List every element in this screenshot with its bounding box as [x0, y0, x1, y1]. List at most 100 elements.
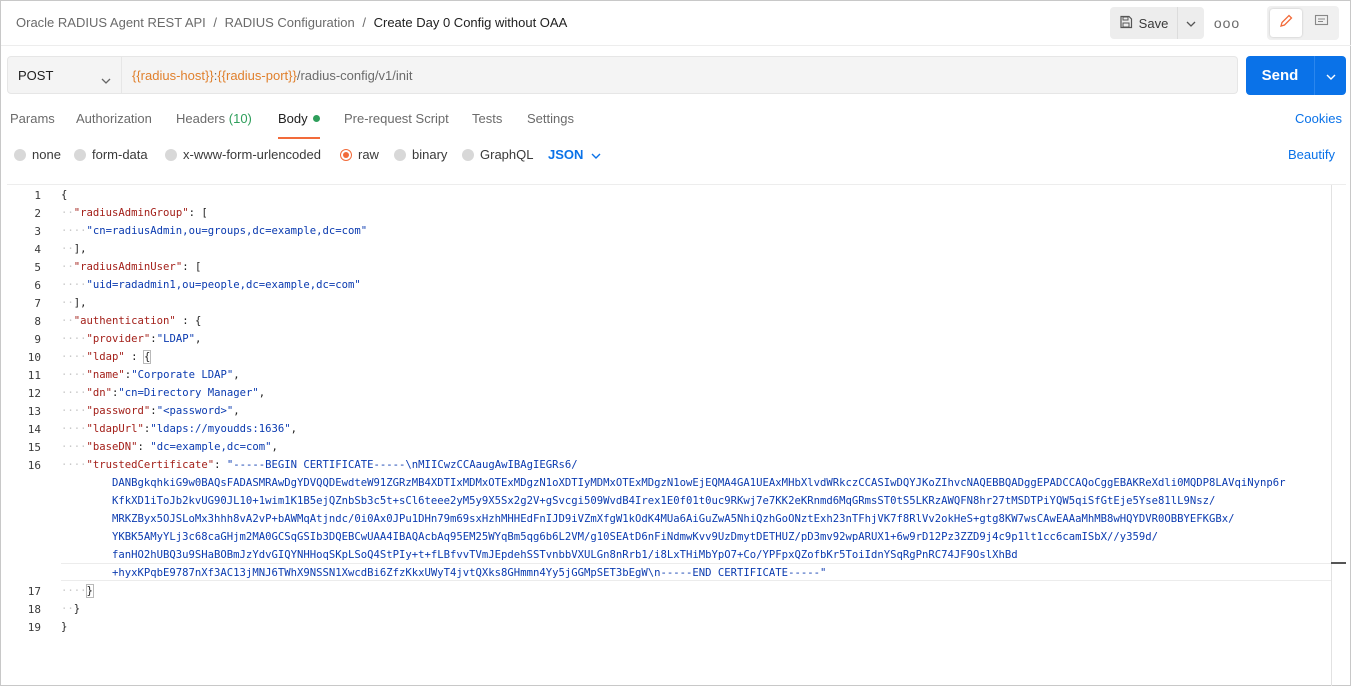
- code-editor[interactable]: 1 2 3 4 5 6 7 8 9 10 11 12 13 14 15 16 1…: [7, 184, 1346, 686]
- tab-body[interactable]: Body: [278, 111, 320, 139]
- body-type-binary-label: binary: [412, 147, 448, 162]
- pencil-icon: [1279, 14, 1293, 33]
- body-type-graphql-label: GraphQL: [480, 147, 534, 162]
- send-options-button[interactable]: [1314, 56, 1346, 95]
- edit-mode-button[interactable]: [1270, 9, 1302, 37]
- json-key: "name": [86, 369, 125, 381]
- json-string: DANBgkqhkiG9w0BAQsFADASMRAwDgYDVQQDEwdte…: [112, 477, 1286, 489]
- tab-pre-request-script[interactable]: Pre-request Script: [344, 111, 449, 139]
- breadcrumb-separator: /: [362, 15, 366, 30]
- code-token: ],: [73, 243, 87, 255]
- code-line-wrapped: MRKZByx5OJSLoMx3hhh8vA2vP+bAWMqAtjndc/0i…: [112, 513, 1235, 525]
- line-number: 2: [34, 207, 41, 220]
- beautify-button[interactable]: Beautify: [1288, 147, 1335, 162]
- json-key: "radiusAdminUser": [73, 261, 183, 273]
- json-string: fanHO2hUBQ3u9SHaBOBmJzYdvGIQYNHHoqSKpLSo…: [112, 549, 1018, 561]
- url-input[interactable]: {{radius-host}}:{{radius-port}}/radius-c…: [122, 56, 1238, 94]
- editor-scrollbar[interactable]: [1331, 185, 1332, 686]
- json-key: "provider": [86, 333, 151, 345]
- headers-count-badge: (10): [228, 111, 252, 126]
- save-button[interactable]: Save: [1110, 7, 1178, 39]
- line-number: 4: [34, 243, 41, 256]
- json-string: "-----BEGIN CERTIFICATE-----\nMIICwzCCAa…: [226, 459, 578, 471]
- json-key: "baseDN": [86, 441, 138, 453]
- json-key: "password": [86, 405, 151, 417]
- chevron-down-icon: [1186, 14, 1196, 32]
- breadcrumb-collection[interactable]: Oracle RADIUS Agent REST API: [16, 15, 206, 30]
- more-horizontal-icon: ooo: [1213, 15, 1241, 31]
- body-type-raw-label: raw: [358, 147, 379, 162]
- save-options-button[interactable]: [1178, 7, 1204, 39]
- body-type-form-data-label: form-data: [92, 147, 148, 162]
- code-line: ··],: [61, 243, 87, 255]
- code-line: }: [61, 621, 67, 633]
- tab-headers[interactable]: Headers (10): [176, 111, 252, 139]
- json-string: KfkXD1iToJb2kvUG90JL10+1wim1K1B5ejQZnbSb…: [112, 495, 1216, 507]
- url-variable-port: {{radius-port}}: [217, 68, 297, 83]
- chevron-down-icon: [1326, 67, 1336, 85]
- code-line: ····"cn=radiusAdmin,ou=groups,dc=example…: [61, 225, 368, 237]
- json-string: "dc=example,dc=com": [150, 441, 272, 453]
- cookies-link[interactable]: Cookies: [1295, 111, 1342, 126]
- request-title[interactable]: Create Day 0 Config without OAA: [374, 15, 568, 30]
- send-button[interactable]: Send: [1246, 56, 1314, 95]
- code-line: ····}: [61, 584, 94, 598]
- radio-icon: [14, 148, 26, 161]
- line-number: 12: [27, 387, 41, 400]
- body-indicator-dot: [312, 115, 320, 122]
- view-mode-toggle: [1267, 6, 1339, 40]
- more-actions-button[interactable]: ooo: [1213, 11, 1241, 35]
- save-icon: [1119, 15, 1133, 32]
- tab-tests[interactable]: Tests: [472, 111, 502, 139]
- documentation-mode-button[interactable]: [1305, 9, 1337, 37]
- json-key: "dn": [86, 387, 113, 399]
- breadcrumb-folder[interactable]: RADIUS Configuration: [225, 15, 355, 30]
- matched-bracket: {: [142, 350, 152, 364]
- line-number: 11: [27, 369, 41, 382]
- tab-params[interactable]: Params: [10, 111, 55, 139]
- line-number: 6: [34, 279, 41, 292]
- code-line: ····"ldap" : {: [61, 350, 152, 364]
- json-key: "trustedCertificate": [86, 459, 215, 471]
- code-line: ··"radiusAdminGroup": [: [61, 207, 208, 219]
- line-number: 15: [27, 441, 41, 454]
- body-type-form-data[interactable]: form-data: [74, 147, 148, 162]
- http-method-select[interactable]: POST: [7, 56, 122, 94]
- code-line: ····"baseDN": "dc=example,dc=com",: [61, 441, 278, 453]
- json-string: "Corporate LDAP": [131, 369, 234, 381]
- code-line-wrapped: YKBK5AMyYLj3c68caGHjm2MA0GCSqGSIb3DQEBCw…: [112, 531, 1158, 543]
- line-number: 13: [27, 405, 41, 418]
- breadcrumb-separator: /: [213, 15, 218, 30]
- chevron-down-icon: [101, 71, 111, 89]
- code-line: {: [61, 189, 67, 201]
- code-line-wrapped: fanHO2hUBQ3u9SHaBOBmJzYdvGIQYNHHoqSKpLSo…: [112, 549, 1018, 561]
- json-key: "authentication": [73, 315, 176, 327]
- radio-icon: [74, 148, 86, 161]
- tab-body-label: Body: [278, 111, 308, 126]
- http-method-label: POST: [18, 68, 54, 83]
- json-string: "<password>": [156, 405, 234, 417]
- json-string: "uid=radadmin1,ou=people,dc=example,dc=c…: [86, 279, 361, 291]
- body-type-graphql[interactable]: GraphQL: [462, 147, 533, 162]
- tab-authorization[interactable]: Authorization: [76, 111, 152, 139]
- body-type-none[interactable]: none: [14, 147, 61, 162]
- breadcrumb: Oracle RADIUS Agent REST API / RADIUS Co…: [16, 15, 567, 30]
- line-number: 17: [27, 585, 41, 598]
- radio-selected-icon: [340, 148, 352, 161]
- body-type-raw[interactable]: raw: [340, 147, 379, 162]
- body-type-urlencoded-label: x-www-form-urlencoded: [183, 147, 321, 162]
- line-number: 3: [34, 225, 41, 238]
- body-type-binary[interactable]: binary: [394, 147, 447, 162]
- code-line: ··"radiusAdminUser": [: [61, 261, 202, 273]
- url-variable-host: {{radius-host}}: [132, 68, 214, 83]
- json-string: "ldaps://myoudds:1636": [150, 423, 291, 435]
- line-number: 7: [34, 297, 41, 310]
- matched-bracket: }: [85, 584, 94, 598]
- code-line-wrapped: DANBgkqhkiG9w0BAQsFADASMRAwDgYDVQQDEwdte…: [112, 477, 1286, 489]
- scrollbar-cursor-marker: [1331, 562, 1346, 564]
- body-language-select[interactable]: JSON: [548, 147, 601, 162]
- code-token: : [: [182, 261, 202, 273]
- line-number: 16: [27, 459, 41, 472]
- tab-settings[interactable]: Settings: [527, 111, 574, 139]
- body-type-urlencoded[interactable]: x-www-form-urlencoded: [165, 147, 321, 162]
